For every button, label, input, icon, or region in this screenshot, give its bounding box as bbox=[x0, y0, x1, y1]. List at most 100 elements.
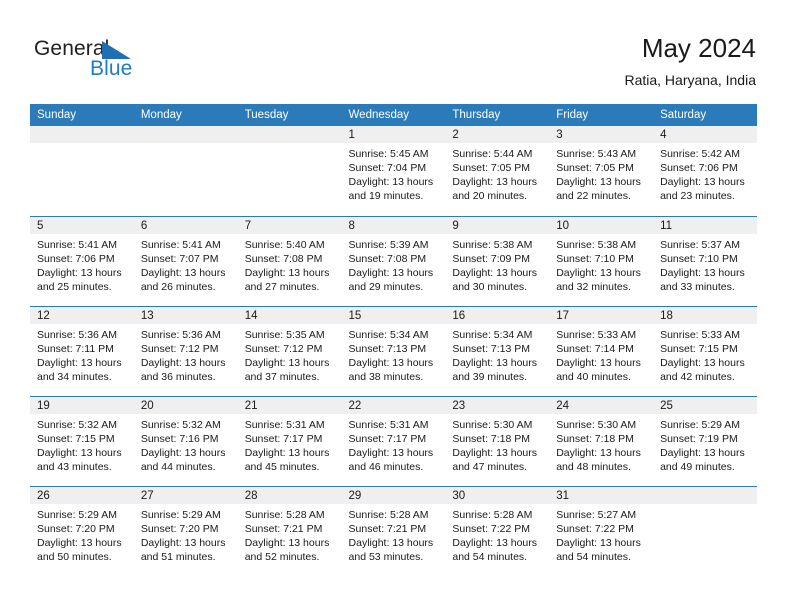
calendar-day-cell[interactable]: 19 Sunrise: 5:32 AM Sunset: 7:15 PM Dayligh… bbox=[30, 395, 134, 486]
day-detail-line: Sunset: 7:17 PM bbox=[244, 432, 323, 445]
day-detail-line: Daylight: 13 hours bbox=[556, 266, 641, 279]
day-details bbox=[238, 143, 342, 147]
day-details bbox=[653, 504, 757, 508]
day-detail-line: Daylight: 13 hours bbox=[37, 536, 122, 549]
day-details: Sunrise: 5:32 AM Sunset: 7:16 PM Daylight:… bbox=[134, 414, 238, 474]
day-detail-line: Daylight: 13 hours bbox=[37, 356, 122, 369]
calendar-day-cell[interactable]: 27 Sunrise: 5:29 AM Sunset: 7:20 PM Dayligh… bbox=[133, 485, 238, 576]
calendar-day-cell[interactable]: 3 Sunrise: 5:43 AM Sunset: 7:05 PM Daylight… bbox=[549, 126, 654, 216]
day-detail-line: Sunset: 7:21 PM bbox=[244, 522, 323, 535]
day-number: 6 bbox=[133, 216, 238, 234]
day-details: Sunrise: 5:42 AM Sunset: 7:06 PM Daylight:… bbox=[653, 143, 757, 203]
day-details: Sunrise: 5:32 AM Sunset: 7:15 PM Daylight:… bbox=[30, 414, 134, 474]
weekday-header-monday: Monday bbox=[133, 104, 238, 126]
day-detail-line: Sunset: 7:08 PM bbox=[244, 252, 323, 265]
day-detail-line: Sunrise: 5:28 AM bbox=[244, 508, 325, 521]
day-detail-line: and 50 minutes. bbox=[37, 550, 112, 563]
day-number: 27 bbox=[133, 486, 238, 504]
day-detail-line: Sunrise: 5:30 AM bbox=[556, 418, 637, 431]
day-number: 5 bbox=[30, 216, 134, 234]
day-number: 9 bbox=[445, 216, 550, 234]
day-detail-line: Sunrise: 5:41 AM bbox=[140, 238, 221, 251]
day-detail-line: Sunset: 7:09 PM bbox=[452, 252, 531, 265]
title-block: May 2024 Ratia, Haryana, India bbox=[624, 32, 756, 90]
calendar-day-cell[interactable]: 1 Sunrise: 5:45 AM Sunset: 7:04 PM Daylight… bbox=[341, 126, 446, 216]
day-detail-line: Sunrise: 5:36 AM bbox=[37, 328, 117, 341]
calendar-day-cell[interactable]: 8 Sunrise: 5:39 AM Sunset: 7:08 PM Daylight… bbox=[341, 215, 446, 306]
calendar-day-cell[interactable]: 4 Sunrise: 5:42 AM Sunset: 7:06 PM Daylight… bbox=[653, 126, 757, 216]
day-detail-line: Sunrise: 5:40 AM bbox=[244, 238, 325, 251]
weekday-header-sunday: Sunday bbox=[30, 104, 134, 126]
day-details: Sunrise: 5:30 AM Sunset: 7:18 PM Daylight:… bbox=[549, 414, 653, 474]
calendar-day-cell[interactable]: 24 Sunrise: 5:30 AM Sunset: 7:18 PM Dayligh… bbox=[549, 395, 654, 486]
calendar-day-cell[interactable]: 2 Sunrise: 5:44 AM Sunset: 7:05 PM Daylight… bbox=[445, 126, 550, 216]
calendar-day-cell[interactable]: 21 Sunrise: 5:31 AM Sunset: 7:17 PM Dayligh… bbox=[237, 395, 342, 486]
day-number bbox=[133, 126, 238, 143]
calendar-day-cell[interactable]: 6 Sunrise: 5:41 AM Sunset: 7:07 PM Daylight… bbox=[133, 215, 238, 306]
day-detail-line: Sunset: 7:20 PM bbox=[140, 522, 219, 535]
day-detail-line: Sunrise: 5:28 AM bbox=[348, 508, 429, 521]
calendar-day-cell[interactable]: 26 Sunrise: 5:29 AM Sunset: 7:20 PM Dayligh… bbox=[30, 485, 134, 576]
day-detail-line: and 19 minutes. bbox=[348, 190, 424, 202]
day-detail-line: and 43 minutes. bbox=[37, 460, 112, 473]
day-detail-line: Sunset: 7:12 PM bbox=[244, 342, 323, 355]
day-detail-line: Daylight: 13 hours bbox=[37, 266, 122, 279]
day-number: 8 bbox=[341, 216, 446, 234]
calendar-week-row: 19 Sunrise: 5:32 AM Sunset: 7:15 PM Dayligh… bbox=[30, 395, 757, 486]
weekday-header-wednesday: Wednesday bbox=[341, 104, 446, 126]
calendar-day-cell[interactable]: 13 Sunrise: 5:36 AM Sunset: 7:12 PM Dayligh… bbox=[133, 305, 238, 396]
calendar-day-cell[interactable]: 9 Sunrise: 5:38 AM Sunset: 7:09 PM Daylight… bbox=[445, 215, 550, 306]
day-detail-line: and 42 minutes. bbox=[660, 370, 735, 383]
day-detail-line: and 52 minutes. bbox=[244, 550, 320, 563]
calendar-week-row: 12 Sunrise: 5:36 AM Sunset: 7:11 PM Dayligh… bbox=[30, 305, 757, 396]
day-detail-line: Daylight: 13 hours bbox=[348, 356, 434, 369]
calendar-day-cell[interactable]: 17 Sunrise: 5:33 AM Sunset: 7:14 PM Dayligh… bbox=[549, 305, 654, 396]
calendar-day-cell[interactable]: 29 Sunrise: 5:28 AM Sunset: 7:21 PM Dayligh… bbox=[341, 485, 446, 576]
day-detail-line: and 53 minutes. bbox=[348, 550, 424, 563]
day-details: Sunrise: 5:40 AM Sunset: 7:08 PM Daylight:… bbox=[238, 234, 342, 294]
calendar-day-cell[interactable]: 14 Sunrise: 5:35 AM Sunset: 7:12 PM Dayligh… bbox=[237, 305, 342, 396]
day-number: 26 bbox=[30, 486, 134, 504]
calendar-day-cell[interactable]: 10 Sunrise: 5:38 AM Sunset: 7:10 PM Dayligh… bbox=[549, 215, 654, 306]
calendar-day-cell[interactable]: 5 Sunrise: 5:41 AM Sunset: 7:06 PM Daylight… bbox=[30, 215, 134, 306]
calendar-day-cell-empty bbox=[237, 126, 342, 216]
calendar-day-cell[interactable]: 23 Sunrise: 5:30 AM Sunset: 7:18 PM Dayligh… bbox=[445, 395, 550, 486]
calendar-day-cell[interactable]: 31 Sunrise: 5:27 AM Sunset: 7:22 PM Dayligh… bbox=[549, 485, 654, 576]
calendar-day-cell[interactable]: 7 Sunrise: 5:40 AM Sunset: 7:08 PM Daylight… bbox=[237, 215, 342, 306]
calendar-day-cell[interactable]: 15 Sunrise: 5:34 AM Sunset: 7:13 PM Dayligh… bbox=[341, 305, 446, 396]
day-detail-line: and 37 minutes. bbox=[244, 370, 320, 383]
calendar-day-cell[interactable]: 30 Sunrise: 5:28 AM Sunset: 7:22 PM Dayligh… bbox=[445, 485, 550, 576]
page-header: General Blue May 2024 Ratia, Haryana, In… bbox=[0, 0, 792, 100]
calendar-day-cell[interactable]: 22 Sunrise: 5:31 AM Sunset: 7:17 PM Dayligh… bbox=[341, 395, 446, 486]
calendar-day-cell[interactable]: 12 Sunrise: 5:36 AM Sunset: 7:11 PM Dayligh… bbox=[30, 305, 134, 396]
day-detail-line: Sunrise: 5:38 AM bbox=[556, 238, 637, 251]
calendar-week-row: 26 Sunrise: 5:29 AM Sunset: 7:20 PM Dayligh… bbox=[30, 485, 757, 576]
day-detail-line: Sunset: 7:14 PM bbox=[556, 342, 634, 355]
calendar-day-cell[interactable]: 25 Sunrise: 5:29 AM Sunset: 7:19 PM Dayligh… bbox=[653, 395, 757, 486]
day-detail-line: Daylight: 13 hours bbox=[348, 446, 434, 459]
day-details: Sunrise: 5:39 AM Sunset: 7:08 PM Daylight:… bbox=[342, 234, 446, 294]
day-number: 18 bbox=[653, 306, 757, 324]
calendar-day-cell[interactable]: 20 Sunrise: 5:32 AM Sunset: 7:16 PM Dayligh… bbox=[133, 395, 238, 486]
day-number: 20 bbox=[133, 396, 238, 414]
day-detail-line: Sunrise: 5:29 AM bbox=[140, 508, 221, 521]
day-detail-line: Sunrise: 5:32 AM bbox=[37, 418, 117, 431]
brand-logo[interactable]: General Blue bbox=[34, 38, 234, 84]
calendar-table: Sunday Monday Tuesday Wednesday Thursday Frid… bbox=[30, 104, 757, 576]
day-details: Sunrise: 5:43 AM Sunset: 7:05 PM Daylight:… bbox=[549, 143, 653, 203]
day-detail-line: Daylight: 13 hours bbox=[452, 536, 538, 549]
calendar-day-cell[interactable]: 28 Sunrise: 5:28 AM Sunset: 7:21 PM Dayligh… bbox=[237, 485, 342, 576]
day-detail-line: Daylight: 13 hours bbox=[660, 176, 745, 188]
calendar-day-cell[interactable]: 11 Sunrise: 5:37 AM Sunset: 7:10 PM Dayligh… bbox=[653, 215, 757, 306]
calendar-day-cell-empty bbox=[133, 126, 238, 216]
day-detail-line: Daylight: 13 hours bbox=[140, 266, 226, 279]
calendar-day-cell[interactable]: 18 Sunrise: 5:33 AM Sunset: 7:15 PM Dayligh… bbox=[653, 305, 757, 396]
calendar-day-cell[interactable]: 16 Sunrise: 5:34 AM Sunset: 7:13 PM Dayligh… bbox=[445, 305, 550, 396]
day-detail-line: Daylight: 13 hours bbox=[452, 356, 538, 369]
brand-name-blue: Blue bbox=[90, 57, 133, 80]
day-detail-line: Sunset: 7:18 PM bbox=[452, 432, 531, 445]
day-details: Sunrise: 5:37 AM Sunset: 7:10 PM Daylight:… bbox=[653, 234, 757, 294]
calendar-header-row: Sunday Monday Tuesday Wednesday Thursday Frid… bbox=[30, 104, 757, 126]
day-detail-line: Sunrise: 5:28 AM bbox=[452, 508, 533, 521]
day-detail-line: and 27 minutes. bbox=[244, 280, 320, 293]
